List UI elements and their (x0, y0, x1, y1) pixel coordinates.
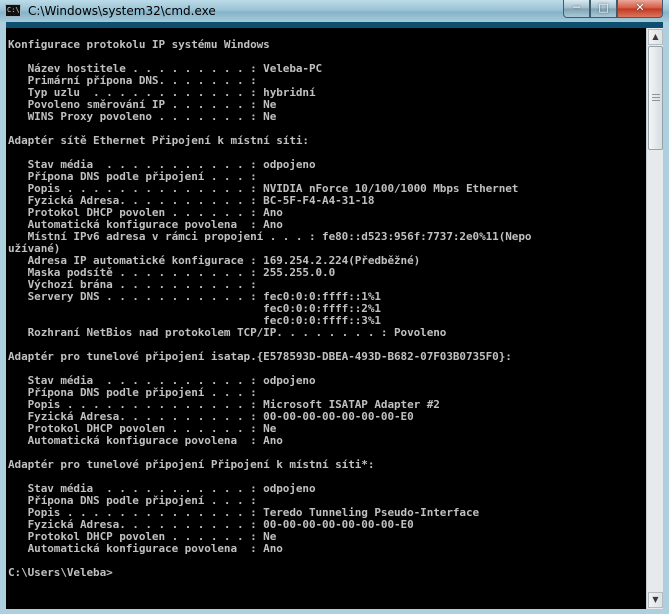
console-line: Adaptér pro tunelové připojení isatap.{E… (8, 350, 512, 363)
console-line: WINS Proxy povoleno . . . . . . . : Ne (8, 110, 277, 123)
console-line: Adaptér pro tunelové připojení Připojení… (8, 458, 375, 471)
console-line: Automatická konfigurace povolena : Ano (8, 542, 283, 555)
thumb-grip-line (652, 94, 660, 95)
scroll-down-arrow-icon: ▼ (652, 595, 659, 604)
scrollbar-thumb[interactable] (648, 46, 663, 150)
cmd-icon[interactable]: C:\ (5, 4, 21, 17)
maximize-button[interactable]: □ (590, 0, 617, 18)
scroll-up-button[interactable]: ▲ (648, 29, 663, 45)
minimize-icon: ─ (573, 1, 580, 14)
scroll-down-button[interactable]: ▼ (648, 592, 663, 608)
maximize-icon: □ (598, 1, 609, 14)
vertical-scrollbar[interactable]: ▲ ▼ (646, 28, 663, 609)
window-frame-right (663, 22, 669, 614)
window-title: C:\Windows\system32\cmd.exe (28, 4, 216, 18)
cmd-window: C:\ C:\Windows\system32\cmd.exe ─ □ ✕ Ko… (0, 0, 669, 614)
console-output[interactable]: Konfigurace protokolu IP systému Windows… (6, 28, 646, 609)
console-line: C:\Users\Veleba> (8, 566, 113, 579)
thumb-grip-line (652, 100, 660, 101)
thumb-grip-line (652, 97, 660, 98)
console-lines: Konfigurace protokolu IP systému Windows… (8, 39, 531, 579)
minimize-button[interactable]: ─ (563, 0, 590, 18)
scroll-up-arrow-icon: ▲ (652, 32, 659, 41)
console-line: Automatická konfigurace povolena : Ano (8, 434, 283, 447)
close-icon: ✕ (635, 1, 645, 14)
console-line: Místní IPv6 adresa v rámci propojení . .… (8, 230, 532, 243)
console-line: Adaptér sítě Ethernet Připojení k místní… (8, 134, 309, 147)
console-line: Konfigurace protokolu IP systému Windows (8, 38, 270, 51)
console-line: Rozhraní NetBios nad protokolem TCP/IP. … (8, 326, 447, 339)
close-button[interactable]: ✕ (617, 0, 663, 18)
title-bar[interactable]: C:\ C:\Windows\system32\cmd.exe ─ □ ✕ (0, 0, 669, 22)
window-frame-bottom (0, 609, 669, 614)
